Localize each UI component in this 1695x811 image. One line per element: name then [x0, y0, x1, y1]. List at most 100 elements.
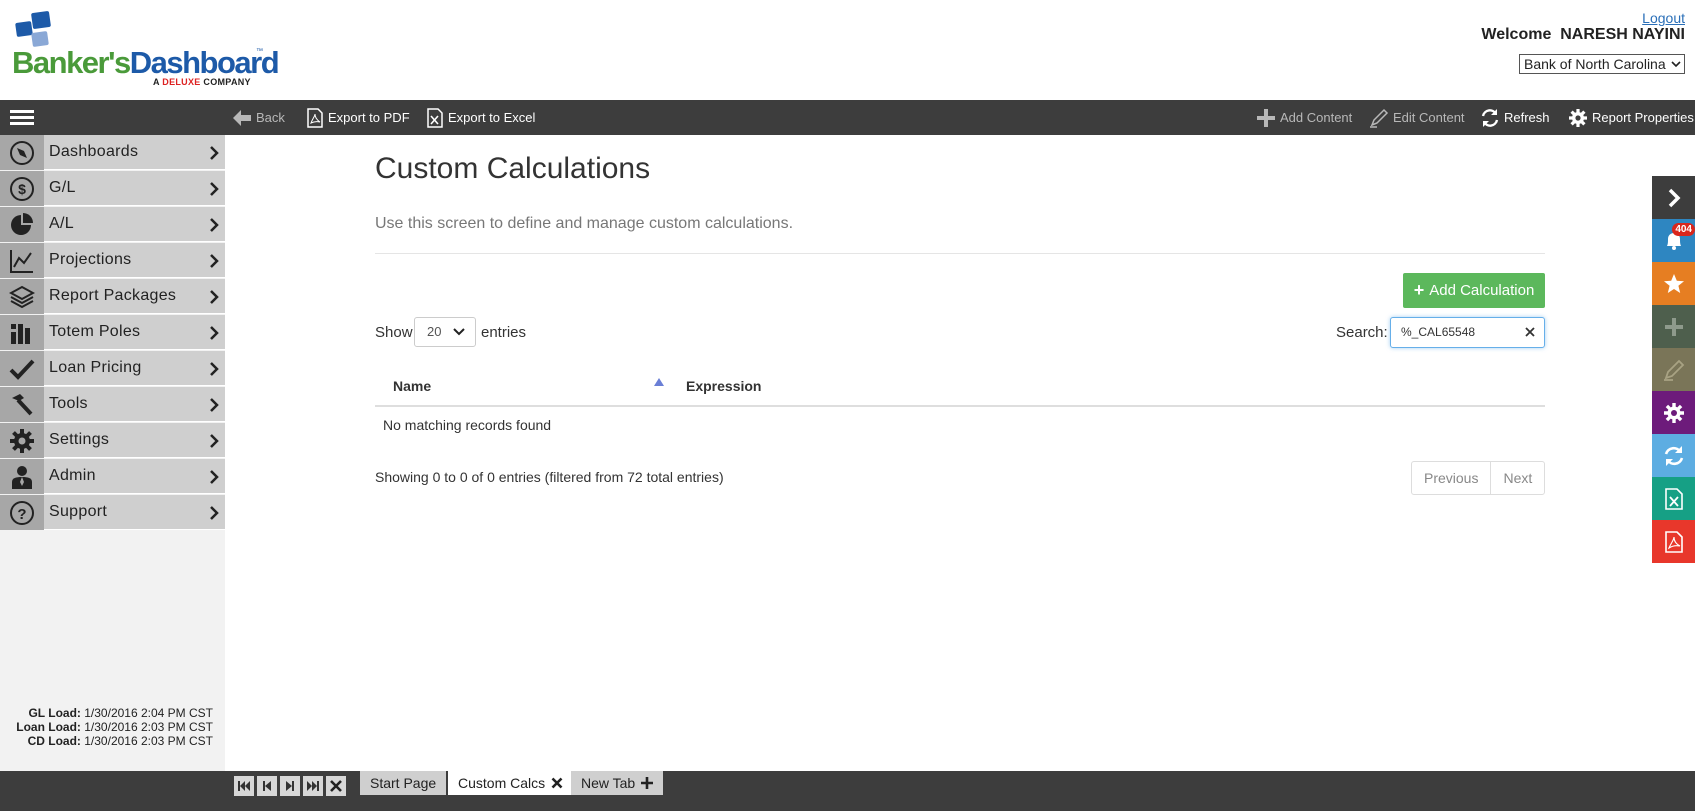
sidebar-item-label: G/L — [49, 179, 76, 196]
help-icon: ? — [10, 500, 34, 525]
refresh-label: Refresh — [1504, 110, 1550, 125]
sidebar-item-settings[interactable]: Settings — [0, 423, 225, 458]
sidebar-item-loan-pricing[interactable]: Loan Pricing — [0, 351, 225, 386]
pdf-file-icon — [307, 107, 323, 128]
sidebar-item-projections[interactable]: Projections — [0, 243, 225, 278]
search-input[interactable]: %_CAL65548 — [1390, 317, 1545, 348]
first-tab-button[interactable] — [234, 776, 254, 796]
add-content-button[interactable]: Add Content — [1256, 100, 1352, 135]
page-length-value: 20 — [427, 324, 442, 339]
excel-file-icon — [427, 107, 443, 128]
export-pdf-label: Export to PDF — [328, 110, 410, 125]
logo-wordmark: Banker'sDashboard — [12, 45, 280, 80]
chevron-right-icon — [210, 362, 219, 376]
tab-new-tab[interactable]: New Tab — [571, 771, 664, 795]
chevron-right-icon — [210, 254, 219, 268]
export-pdf-button[interactable]: Export to PDF — [306, 100, 410, 135]
sidebar-item-support[interactable]: ? Support — [0, 495, 225, 530]
gear-icon — [1663, 402, 1684, 423]
sidebar-item-label: Admin — [49, 467, 96, 484]
toolbar: Back Export to PDF Export to Excel Add C… — [0, 100, 1695, 135]
bank-select[interactable]: Bank of North Carolina — [1519, 54, 1685, 74]
svg-text:?: ? — [17, 506, 26, 523]
quick-export-excel-button[interactable] — [1652, 477, 1695, 520]
favorites-button[interactable] — [1652, 262, 1695, 305]
export-excel-label: Export to Excel — [448, 110, 536, 125]
report-properties-button[interactable]: Report Properties — [1568, 100, 1694, 135]
report-properties-label: Report Properties — [1592, 110, 1694, 125]
close-icon[interactable] — [1524, 326, 1536, 338]
sidebar-item-totem-poles[interactable]: Totem Poles — [0, 315, 225, 350]
previous-button[interactable]: Previous — [1412, 462, 1490, 494]
sidebar-item-label: A/L — [49, 215, 74, 232]
tab-custom-calcs[interactable]: Custom Calcs — [448, 771, 574, 795]
user-icon — [12, 465, 32, 489]
next-tab-button[interactable] — [280, 776, 300, 796]
column-header-name[interactable]: Name — [393, 378, 431, 394]
tab-start-page[interactable]: Start Page — [360, 771, 447, 795]
empty-table-message: No matching records found — [383, 417, 552, 433]
logout-link[interactable]: Logout — [1642, 10, 1685, 26]
export-excel-button[interactable]: Export to Excel — [426, 100, 535, 135]
loan-load: Loan Load: 1/30/2016 2:03 PM CST — [16, 720, 213, 734]
chevron-down-icon — [1671, 61, 1681, 68]
back-button[interactable]: Back — [232, 100, 285, 135]
chevron-right-icon — [210, 326, 219, 340]
close-all-tabs-button[interactable] — [326, 776, 346, 796]
star-icon — [1663, 273, 1684, 293]
quick-export-pdf-button[interactable] — [1652, 520, 1695, 563]
sidebar-item-label: Report Packages — [49, 287, 177, 304]
refresh-icon — [1481, 108, 1499, 127]
chevron-right-icon — [210, 218, 219, 232]
page-length-select[interactable]: 20 — [414, 317, 476, 347]
refresh-button[interactable]: Refresh — [1480, 100, 1550, 135]
logo-subtitle: A DELUXE COMPANY — [153, 77, 251, 87]
search-value: %_CAL65548 — [1401, 325, 1476, 339]
expand-panel-button[interactable] — [1652, 176, 1695, 219]
add-calculation-button[interactable]: + Add Calculation — [1403, 273, 1545, 308]
sidebar-item-tools[interactable]: Tools — [0, 387, 225, 422]
quick-refresh-button[interactable] — [1652, 434, 1695, 477]
skip-first-icon — [238, 781, 250, 791]
pencil-icon — [1663, 359, 1684, 381]
menu-icon[interactable] — [10, 110, 34, 126]
close-tab-icon[interactable] — [551, 777, 563, 789]
chevron-right-icon — [210, 470, 219, 484]
plus-icon — [1257, 108, 1275, 127]
pdf-file-icon — [1664, 530, 1683, 553]
sidebar-item-dashboards[interactable]: Dashboards — [0, 135, 225, 170]
chevron-right-icon — [210, 434, 219, 448]
quick-edit-button[interactable] — [1652, 348, 1695, 391]
bankers-dashboard-logo[interactable]: Banker'sDashboard ™ A DELUXE COMPANY — [10, 8, 280, 92]
chevron-right-icon — [1668, 188, 1680, 207]
page-description: Use this screen to define and manage cus… — [375, 215, 794, 232]
sort-ascending-icon[interactable] — [654, 378, 664, 386]
step-forward-icon — [286, 781, 294, 791]
last-tab-button[interactable] — [303, 776, 323, 796]
quick-add-button[interactable] — [1652, 305, 1695, 348]
dollar-icon: $ — [10, 176, 34, 201]
cd-load: CD Load: 1/30/2016 2:03 PM CST — [27, 734, 213, 748]
notifications-button[interactable]: 404 — [1652, 219, 1695, 262]
edit-content-button[interactable]: Edit Content — [1369, 100, 1465, 135]
sidebar-item-report-packages[interactable]: Report Packages — [0, 279, 225, 314]
check-icon — [9, 359, 35, 380]
next-button[interactable]: Next — [1490, 462, 1544, 494]
column-header-expression[interactable]: Expression — [686, 378, 761, 394]
welcome-text: Welcome NARESH NAYINI — [1481, 26, 1685, 43]
data-load-info: GL Load: 1/30/2016 2:04 PM CST Loan Load… — [0, 706, 213, 748]
quick-settings-button[interactable] — [1652, 391, 1695, 434]
plus-icon: + — [1413, 280, 1425, 300]
tab-label: Custom Calcs — [458, 775, 546, 791]
sidebar-item-label: Tools — [49, 395, 88, 412]
previous-tab-button[interactable] — [257, 776, 277, 796]
add-calculation-label: Add Calculation — [1429, 282, 1535, 299]
gl-load: GL Load: 1/30/2016 2:04 PM CST — [28, 706, 213, 720]
sidebar-item-gl[interactable]: $ G/L — [0, 171, 225, 206]
plus-icon — [1664, 317, 1683, 336]
sidebar-item-admin[interactable]: Admin — [0, 459, 225, 494]
sidebar-item-label: Dashboards — [49, 143, 139, 160]
sidebar-item-al[interactable]: A/L — [0, 207, 225, 242]
plus-icon — [641, 777, 654, 789]
pie-icon — [11, 212, 33, 235]
